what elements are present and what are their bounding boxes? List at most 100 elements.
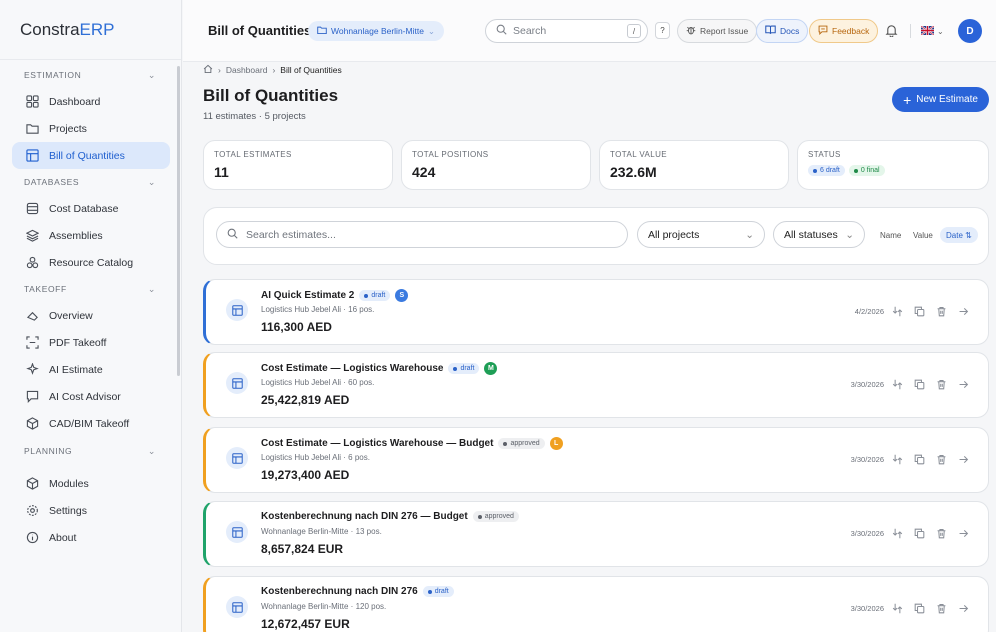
copy-icon[interactable] — [912, 377, 926, 391]
new-estimate-button[interactable]: + New Estimate — [892, 87, 989, 112]
trash-icon[interactable] — [934, 304, 948, 318]
sidebar-item-label: Modules — [49, 477, 89, 490]
sparkles-icon — [24, 362, 40, 378]
estimate-title[interactable]: Kostenberechnung nach DIN 276 — [261, 586, 418, 597]
bell-icon[interactable] — [885, 24, 898, 40]
section-title: ESTIMATION — [24, 70, 82, 80]
sidebar-item-label: Bill of Quantities — [49, 149, 125, 162]
sidebar-item-ai-estimate[interactable]: AI Estimate — [12, 356, 170, 383]
table-icon — [226, 372, 248, 394]
section-takeoff[interactable]: TAKEOFF ⌄ — [0, 276, 182, 302]
compare-icon[interactable] — [890, 452, 904, 466]
cube-icon — [24, 416, 40, 432]
divider — [910, 24, 911, 38]
status-badge: draft — [422, 586, 454, 597]
badge-text: approved — [484, 513, 514, 520]
badge-text: draft — [460, 365, 475, 372]
badge-text: approved — [510, 440, 540, 447]
sidebar-item-resource-catalog[interactable]: Resource Catalog — [12, 249, 170, 276]
copy-icon[interactable] — [912, 526, 926, 540]
docs-button[interactable]: Docs — [756, 19, 809, 43]
estimate-project: Logistics Hub Jebel Ali — [261, 453, 342, 462]
estimate-search-input[interactable]: Search estimates... — [216, 221, 628, 248]
sidebar-item-assemblies[interactable]: Assemblies — [12, 222, 170, 249]
chevron-down-icon: ⌄ — [745, 228, 754, 241]
sort-date-button[interactable]: Date ⇅ — [940, 227, 978, 243]
status-filter-select[interactable]: All statuses ⌄ — [773, 221, 865, 248]
estimate-title[interactable]: Cost Estimate — Logistics Warehouse — Bu… — [261, 438, 493, 449]
sidebar-item-overview[interactable]: Overview — [12, 302, 170, 329]
project-selector-label: Wohnanlage Berlin-Mitte — [331, 26, 424, 36]
sidebar-item-bill-of-quantities[interactable]: Bill of Quantities — [12, 142, 170, 169]
stat-label: TOTAL ESTIMATES — [214, 150, 292, 159]
sidebar-item-about[interactable]: About — [12, 524, 170, 551]
trash-icon[interactable] — [934, 452, 948, 466]
sort-name-button[interactable]: Name — [880, 227, 901, 243]
sidebar-item-settings[interactable]: Settings — [12, 497, 170, 524]
arrow-right-icon[interactable] — [956, 452, 970, 466]
logo-accent: ERP — [79, 19, 115, 39]
sidebar-item-ai-cost-advisor[interactable]: AI Cost Advisor — [12, 383, 170, 410]
compare-icon[interactable] — [890, 377, 904, 391]
page-title: Bill of Quantities — [203, 86, 339, 105]
search-placeholder: Search estimates... — [246, 228, 336, 241]
section-estimation[interactable]: ESTIMATION ⌄ — [0, 62, 182, 88]
table-icon — [226, 299, 248, 321]
estimate-amount: 8,657,824 EUR — [261, 542, 344, 556]
compare-icon[interactable] — [890, 304, 904, 318]
search-placeholder: Search — [513, 25, 547, 37]
global-search-input[interactable]: Search / — [485, 19, 648, 43]
sidebar-item-cost-database[interactable]: Cost Database — [12, 195, 170, 222]
report-issue-button[interactable]: Report Issue — [677, 19, 758, 43]
table-icon — [24, 148, 40, 164]
stat-value: 232.6M — [610, 164, 657, 180]
arrow-right-icon[interactable] — [956, 377, 970, 391]
estimate-card[interactable]: Cost Estimate — Logistics Warehouse — Bu… — [203, 427, 989, 493]
estimate-title[interactable]: Cost Estimate — Logistics Warehouse — [261, 363, 443, 374]
project-filter-select[interactable]: All projects ⌄ — [637, 221, 765, 248]
section-title: TAKEOFF — [24, 284, 67, 294]
chevron-down-icon: ⌄ — [937, 27, 944, 36]
project-selector[interactable]: Wohnanlage Berlin-Mitte ⌄ — [308, 21, 445, 41]
feedback-button[interactable]: Feedback — [809, 19, 879, 43]
arrow-right-icon[interactable] — [956, 526, 970, 540]
sidebar-item-modules[interactable]: Modules — [12, 470, 170, 497]
copy-icon[interactable] — [912, 601, 926, 615]
sidebar-item-dashboard[interactable]: Dashboard — [12, 88, 170, 115]
page-subtitle: 11 estimates · 5 projects — [203, 111, 306, 122]
new-estimate-label: New Estimate — [916, 94, 978, 105]
sidebar-item-pdf-takeoff[interactable]: PDF Takeoff — [12, 329, 170, 356]
section-databases[interactable]: DATABASES ⌄ — [0, 169, 182, 195]
trash-icon[interactable] — [934, 526, 948, 540]
sidebar-item-projects[interactable]: Projects — [12, 115, 170, 142]
estimate-card[interactable]: AI Quick Estimate 2 draft S Logistics Hub… — [203, 279, 989, 345]
home-icon[interactable] — [203, 64, 213, 76]
estimate-card[interactable]: Cost Estimate — Logistics Warehouse draf… — [203, 352, 989, 418]
arrow-right-icon[interactable] — [956, 601, 970, 615]
compare-icon[interactable] — [890, 526, 904, 540]
estimate-card[interactable]: Kostenberechnung nach DIN 276 draft Wohn… — [203, 576, 989, 632]
estimate-project: Logistics Hub Jebel Ali — [261, 305, 342, 314]
section-planning[interactable]: PLANNING ⌄ — [0, 438, 182, 464]
avatar[interactable]: D — [958, 19, 982, 43]
trash-icon[interactable] — [934, 377, 948, 391]
logo[interactable]: Constra ERP — [0, 0, 181, 60]
sort-value-button[interactable]: Value — [913, 227, 933, 243]
badge-text: 6 draft — [820, 167, 840, 174]
language-selector[interactable]: ⌄ — [920, 25, 944, 37]
copy-icon[interactable] — [912, 304, 926, 318]
copy-icon[interactable] — [912, 452, 926, 466]
plus-icon: + — [903, 91, 912, 108]
compare-icon[interactable] — [890, 601, 904, 615]
estimate-title[interactable]: AI Quick Estimate 2 — [261, 290, 354, 301]
sidebar-item-label: Settings — [49, 504, 87, 517]
trash-icon[interactable] — [934, 601, 948, 615]
estimate-title[interactable]: Kostenberechnung nach DIN 276 — Budget — [261, 511, 468, 522]
help-button[interactable]: ? — [655, 22, 670, 39]
book-icon — [765, 25, 776, 37]
estimate-project: Logistics Hub Jebel Ali — [261, 378, 342, 387]
arrow-right-icon[interactable] — [956, 304, 970, 318]
breadcrumb-dashboard[interactable]: Dashboard — [226, 65, 268, 75]
estimate-card[interactable]: Kostenberechnung nach DIN 276 — Budget a… — [203, 501, 989, 567]
sidebar-item-cad-bim-takeoff[interactable]: CAD/BIM Takeoff — [12, 410, 170, 437]
